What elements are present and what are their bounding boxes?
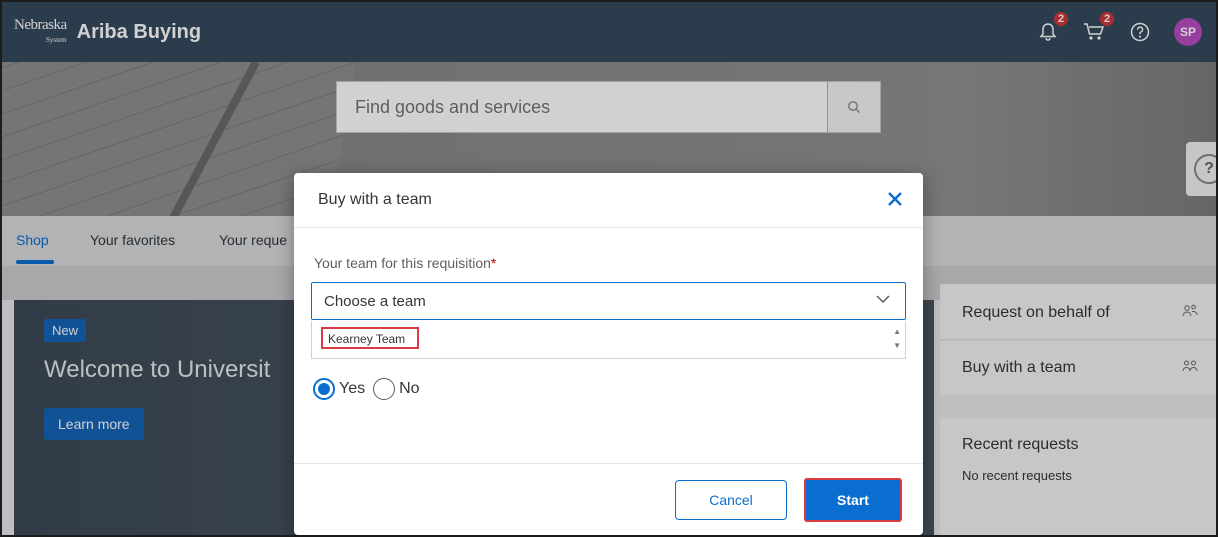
radio-yes[interactable]: Yes [313,378,365,400]
app-window: Nebraska System Ariba Buying 2 2 SP Find… [0,0,1218,537]
team-field-label: Your team for this requisition* [314,255,496,271]
dropdown-scrollbar[interactable]: ▲ ▼ [893,325,901,353]
dialog-title: Buy with a team [318,191,432,208]
radio-no-label: No [399,380,420,397]
buy-with-team-dialog: Buy with a team Your team for this requi… [294,173,923,535]
radio-yes-circle[interactable] [313,378,335,400]
start-button[interactable]: Start [804,478,902,522]
radio-yes-label: Yes [339,380,366,397]
team-option-kearney[interactable]: Kearney Team [321,327,419,349]
radio-group: Yes No [313,378,428,400]
dialog-header: Buy with a team [294,173,923,228]
scroll-up-icon: ▲ [893,327,901,336]
close-button[interactable] [887,187,903,213]
team-select-value: Choose a team [324,293,426,310]
scroll-down-icon: ▼ [893,341,901,350]
radio-no[interactable]: No [373,378,420,400]
team-select[interactable]: Choose a team [311,282,906,320]
cancel-button[interactable]: Cancel [675,480,787,520]
team-dropdown-list: Kearney Team ▲ ▼ [311,321,906,359]
dialog-footer: Cancel Start [294,463,923,535]
chevron-down-icon [875,291,891,312]
radio-no-circle[interactable] [373,378,396,400]
close-icon [888,192,902,206]
team-field-label-text: Your team for this requisition [314,255,491,271]
required-marker: * [490,255,497,271]
